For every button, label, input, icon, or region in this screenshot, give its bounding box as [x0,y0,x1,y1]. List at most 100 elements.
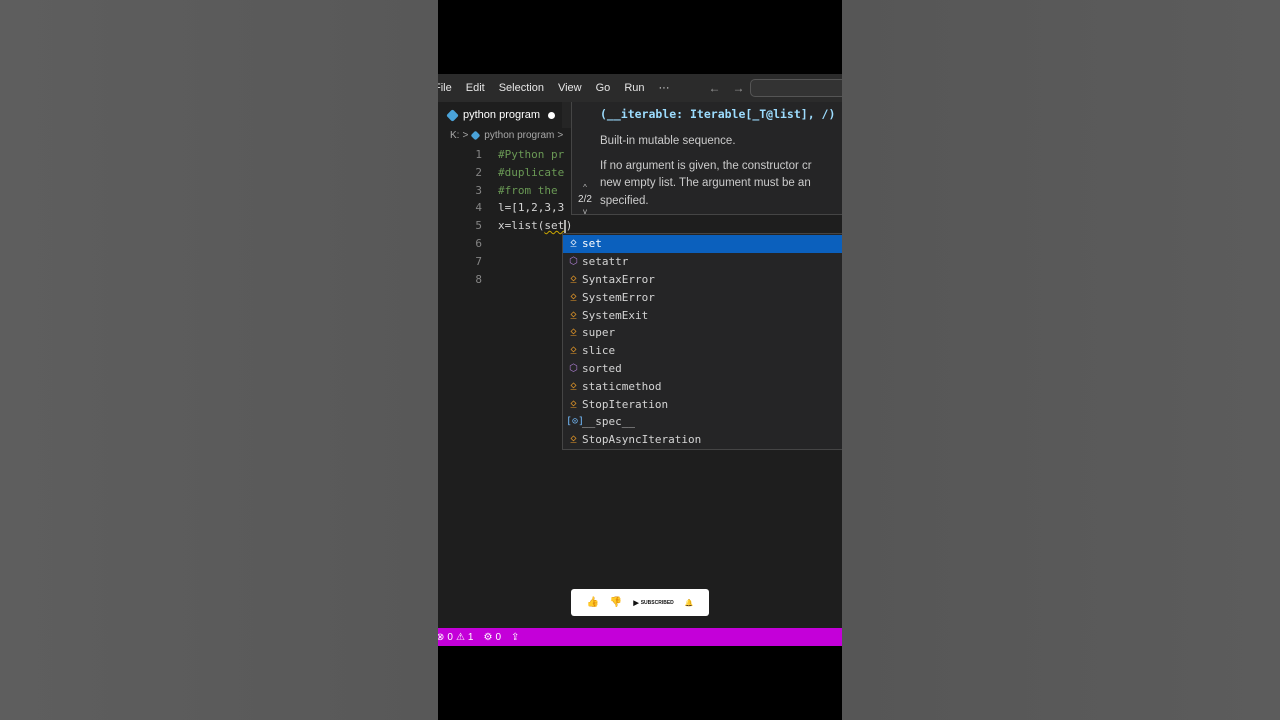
suggestion-item[interactable]: ⬡ setattr [563,253,842,271]
chevron-down-icon[interactable]: v [572,206,598,214]
breadcrumb-chevron-icon: > [462,130,469,141]
subscribe-overlay: 👍 👎 ▶ SUBSCRIBED 🔔 [571,589,709,616]
menu-file[interactable]: File [438,82,459,94]
variable-icon: [⊙] [566,416,585,428]
ports-indicator[interactable]: ⚙ 0 [483,632,501,643]
suggestion-label: super [582,326,616,340]
class-icon: ⍚ [570,398,577,410]
menu-run[interactable]: Run [617,82,651,94]
suggestion-item[interactable]: [⊙] __spec__ [563,413,842,431]
class-icon: ⍚ [570,309,577,321]
suggestion-item[interactable]: ⍚ SystemError [563,288,842,306]
doc-line: If no argument is given, the constructor… [600,159,812,172]
line-number: 6 [475,236,482,250]
ports-count: 0 [495,631,502,643]
signature-docs: Built-in mutable sequence. If no argumen… [600,133,842,210]
suggestion-label: __spec__ [582,415,635,429]
suggestion-item[interactable]: ⍚ staticmethod [563,377,842,395]
menu-go[interactable]: Go [589,82,618,94]
ports-icon: ⚙ [483,631,493,643]
suggestion-item[interactable]: ⍚ StopIteration [563,395,842,413]
function-icon: ⬡ [569,362,578,374]
menu-view[interactable]: View [551,82,589,94]
error-icon: ⊗ [438,631,445,643]
menu-more[interactable]: ··· [652,82,677,94]
line-number-gutter: 1 2 3 4 5 6 7 8 [438,146,482,288]
suggestion-label: slice [582,344,616,358]
suggestion-label: staticmethod [582,379,662,393]
forward-arrow-icon[interactable]: → [727,81,751,95]
suggestion-label: StopIteration [582,397,669,411]
class-icon: ⍚ [570,291,577,303]
command-center-search[interactable] [750,79,842,97]
class-icon: ⍚ [570,434,577,446]
bell-icon[interactable]: 🔔 [685,599,694,607]
live-share-icon[interactable]: ⇪ [511,632,519,643]
signature-text: (__iterable: Iterable[_T@list], /) [600,107,836,121]
doc-line: new empty list. The argument must be an [600,177,811,189]
doc-line: specified. [600,194,649,207]
thumb-down-icon[interactable]: 👎 [610,597,622,608]
suggestion-item[interactable]: ⍚ super [563,324,842,342]
overload-switcher: ^ 2/2 v [572,182,598,214]
status-bar: ⊗ 0 ⚠ 1 ⚙ 0 ⇪ [438,628,842,646]
line-number: 5 [475,219,482,233]
editor-area: python program K: > python program > 1 2… [438,102,842,628]
breadcrumb: K: > python program > [450,130,563,141]
suggestion-label: SystemExit [582,308,649,322]
suggestion-item[interactable]: ⍚ set [563,235,842,253]
line-number: 3 [475,183,482,197]
chevron-up-icon[interactable]: ^ [572,182,598,194]
video-background-left [0,0,438,720]
thumb-up-icon[interactable]: 👍 [586,597,598,608]
suggestion-label: setattr [582,255,629,269]
signature-help-popup: (__iterable: Iterable[_T@list], /) ^ 2/2… [571,102,842,215]
tab-python-program[interactable]: python program [438,102,562,128]
doc-summary: Built-in mutable sequence. [600,135,736,147]
line-number: 8 [475,272,482,286]
suggestion-item[interactable]: ⍚ SyntaxError [563,271,842,289]
class-icon: ⍚ [570,273,577,285]
suggestion-item[interactable]: ⍚ slice [563,342,842,360]
line-number: 1 [475,148,482,161]
warning-count: 1 [467,631,474,643]
class-icon: ⍚ [570,327,577,339]
suggestion-label: StopAsyncIteration [582,433,702,447]
video-background-right [842,0,1280,720]
warning-icon: ⚠ [455,631,465,643]
menu-bar: File Edit Selection View Go Run ··· ← → [438,74,842,102]
suggestion-item[interactable]: ⍚ StopAsyncIteration [563,431,842,449]
breadcrumb-file[interactable]: python program [484,130,554,141]
error-count: 0 [447,631,453,643]
youtube-icon: ▶ [633,599,639,607]
menu-edit[interactable]: Edit [459,82,492,94]
code-line-5-suffix: ) [565,219,573,233]
class-icon: ⍚ [570,380,577,392]
overload-counter: 2/2 [578,194,592,205]
python-file-icon [470,130,481,141]
python-file-icon [446,108,459,122]
tab-label: python program [463,109,541,121]
line-number: 2 [475,165,482,179]
code-line-5-prefix: x=list( [498,219,545,233]
suggestion-item[interactable]: ⍚ SystemExit [563,306,842,324]
suggestion-widget: ⍚ set ⬡ setattr ⍚ SyntaxError ⍚ SystemError ⍚ Sys… [562,233,842,450]
class-icon: ⍚ [570,345,577,357]
back-arrow-icon[interactable]: ← [703,81,727,95]
suggestion-item[interactable]: ⬡ sorted [563,360,842,378]
subscribed-button[interactable]: ▶ SUBSCRIBED [633,599,673,607]
menu-selection[interactable]: Selection [492,82,551,94]
line-number: 4 [475,201,482,215]
typed-word: set [544,219,565,233]
breadcrumb-chevron-icon: > [557,130,564,141]
problems-indicator[interactable]: ⊗ 0 ⚠ 1 [438,632,473,643]
suggestion-label: SyntaxError [582,272,655,286]
unsaved-dot-icon[interactable] [548,111,556,119]
suggestion-label: set [582,237,602,251]
function-icon: ⬡ [569,256,578,268]
suggestion-label: sorted [582,361,622,375]
breadcrumb-drive[interactable]: K: [450,130,459,141]
line-number: 7 [475,254,482,268]
subscribed-label: SUBSCRIBED [640,599,674,606]
class-icon: ⍚ [570,238,577,250]
